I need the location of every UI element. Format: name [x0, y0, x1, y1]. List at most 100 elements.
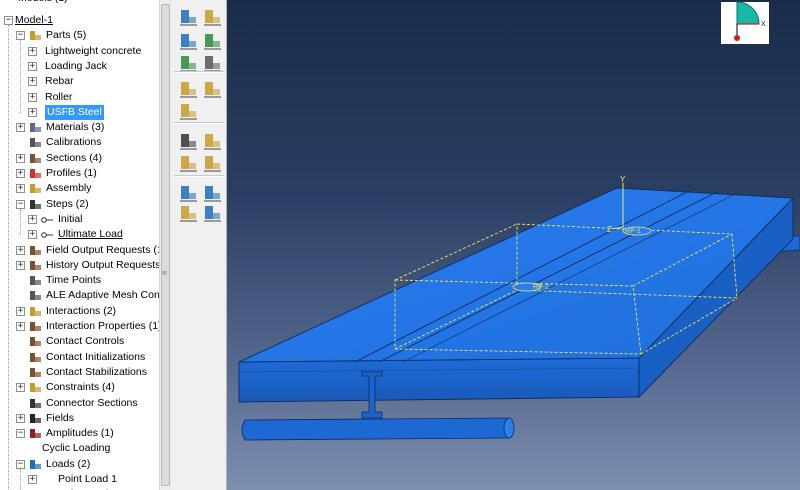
tree-item-label: Roller — [45, 91, 73, 103]
collapse-icon[interactable]: − — [16, 200, 25, 209]
tree-item-history-output-requests[interactable]: + History Output Requests (1 — [0, 258, 159, 273]
toolbox-separator — [174, 175, 224, 177]
tree-item-label: ALE Adaptive Mesh Constr — [46, 289, 159, 301]
merge-cut-icon[interactable] — [201, 130, 223, 152]
tree-scroll-thumb[interactable] — [161, 4, 170, 486]
tree-scrollbar[interactable]: ≡ — [159, 0, 171, 490]
lightweight-concrete-slab — [238, 187, 795, 419]
query-pick-icon[interactable] — [177, 130, 199, 152]
datum-geometry-icon[interactable] — [177, 202, 199, 224]
tree-item-field-output-requests[interactable]: + Field Output Requests (1) — [0, 243, 159, 258]
expand-icon[interactable]: + — [16, 383, 25, 392]
tree-item-label: Calibrations — [46, 136, 102, 148]
expand-icon[interactable]: + — [28, 62, 37, 71]
tree-item-label: Interaction Properties (1) — [46, 320, 159, 332]
tree-item-materials[interactable]: + Materials (3) — [0, 120, 159, 135]
tree-item-model-1[interactable]: − Model-1 — [0, 13, 159, 28]
tree-item-time-points[interactable]: Time Points — [0, 273, 159, 288]
tree-item-part-lightweight-concrete[interactable]: + Lightweight concrete — [0, 44, 159, 59]
tree-item-ale-adaptive-mesh[interactable]: ALE Adaptive Mesh Constr — [0, 288, 159, 303]
field-output-requests-icon — [29, 244, 42, 257]
tree-item-interactions[interactable]: + Interactions (2) — [0, 304, 159, 319]
expand-icon[interactable]: + — [16, 307, 25, 316]
tree-item-part-usfb-steel[interactable]: + USFB Steel — [0, 105, 159, 120]
edit-feature-icon[interactable] — [177, 100, 199, 122]
tree-item-contact-initializations[interactable]: Contact Initializations — [0, 350, 159, 365]
tree-item-steps[interactable]: − Steps (2) — [0, 197, 159, 212]
tree-item-interaction-properties[interactable]: + Interaction Properties (1) — [0, 319, 159, 334]
translate-instance-icon[interactable] — [201, 78, 223, 100]
expand-icon[interactable]: + — [28, 230, 37, 239]
collapse-icon[interactable]: − — [16, 429, 25, 438]
tree-item-part-rebar[interactable]: + Rebar — [0, 74, 159, 89]
tree-item-label: Interactions (2) — [46, 305, 117, 317]
create-datum-point-icon[interactable] — [177, 6, 199, 28]
contact-initializations-icon — [29, 351, 42, 364]
tree-item-loads[interactable]: − Loads (2) — [0, 457, 159, 472]
linear-pattern-icon[interactable] — [177, 152, 199, 174]
tree-item-part-roller[interactable]: + Roller — [0, 90, 159, 105]
axis-manager-icon[interactable] — [201, 202, 223, 224]
tree-item-profiles[interactable]: + Profiles (1) — [0, 166, 159, 181]
reference-point-rp2[interactable]: RP-1 — [622, 226, 652, 236]
expand-icon[interactable]: + — [28, 215, 37, 224]
collapse-icon[interactable]: − — [4, 16, 13, 25]
create-csys-icon[interactable] — [177, 182, 199, 204]
create-set-icon[interactable] — [201, 182, 223, 204]
tree-item-fields[interactable]: + Fields — [0, 411, 159, 426]
tree-item-amplitudes[interactable]: − Amplitudes (1) — [0, 426, 159, 441]
tree-item-contact-stabilizations[interactable]: Contact Stabilizations — [0, 365, 159, 380]
tree-item-connector-sections[interactable]: Connector Sections — [0, 396, 159, 411]
expand-icon[interactable]: + — [28, 77, 37, 86]
tree-item-sections[interactable]: + Sections (4) — [0, 151, 159, 166]
graphics-viewport[interactable]: RP-2 RP-1 Y Z X — [227, 0, 800, 490]
connector-sections-icon — [29, 397, 42, 410]
tree-item-calibrations[interactable]: Calibrations — [0, 135, 159, 150]
tree-item-label: Materials (3) — [46, 121, 105, 133]
tree-item-label: Sections (4) — [46, 152, 103, 164]
tree-item-parts[interactable]: − Parts (5) — [0, 28, 159, 43]
model-canvas[interactable]: RP-2 RP-1 Y Z X — [227, 0, 800, 490]
expand-icon[interactable]: + — [28, 93, 37, 102]
radial-pattern-icon[interactable] — [201, 152, 223, 174]
create-datum-plane-icon[interactable] — [177, 30, 199, 52]
model-tree[interactable]: Models (1) −Model-1−Parts (5)+Lightweight… — [0, 0, 159, 490]
tree-item-label: USFB Steel — [45, 105, 104, 120]
expand-icon[interactable]: + — [16, 246, 25, 255]
tree-item-load-point-1[interactable]: + Point Load 1 — [0, 472, 159, 487]
tree-guide-line — [20, 209, 21, 235]
toolbox-separator — [174, 122, 224, 124]
reference-point-rp1[interactable]: RP-2 — [512, 282, 549, 292]
expand-icon[interactable]: + — [16, 123, 25, 132]
tree-item-label: Initial — [58, 213, 83, 225]
expand-icon[interactable]: + — [16, 322, 25, 331]
tree-item-label: Contact Controls — [46, 335, 125, 347]
expand-icon[interactable]: + — [16, 184, 25, 193]
tree-item-step-initial[interactable]: + Initial — [0, 212, 159, 227]
loads-icon — [29, 458, 42, 471]
amplitudes-icon — [29, 427, 42, 440]
create-instance-icon[interactable] — [177, 78, 199, 100]
expand-icon[interactable]: + — [16, 154, 25, 163]
collapse-icon[interactable]: − — [16, 31, 25, 40]
create-datum-csys-icon[interactable] — [201, 30, 223, 52]
expand-icon[interactable]: + — [16, 414, 25, 423]
contact-stabilizations-icon — [29, 366, 42, 379]
expand-icon[interactable]: + — [16, 169, 25, 178]
tree-item-amplitude-cyclic-loading[interactable]: Cyclic Loading — [0, 441, 159, 456]
tree-item-part-loading-jack[interactable]: + Loading Jack — [0, 59, 159, 74]
tree-item-step-ultimate-load[interactable]: + Ultimate Load — [0, 227, 159, 242]
tree-item-contact-controls[interactable]: Contact Controls — [0, 334, 159, 349]
triad-x-label: X — [761, 21, 766, 28]
tree-item-label: Loads (2) — [46, 458, 91, 470]
interactions-icon — [29, 305, 42, 318]
expand-icon[interactable]: + — [28, 108, 37, 117]
expand-icon[interactable]: + — [28, 475, 37, 484]
tree-item-label: Models (1) — [18, 0, 68, 6]
expand-icon[interactable]: + — [16, 261, 25, 270]
tree-item-assembly[interactable]: + Assembly — [0, 181, 159, 196]
expand-icon[interactable]: + — [28, 47, 37, 56]
collapse-icon[interactable]: − — [16, 460, 25, 469]
tree-item-constraints[interactable]: + Constraints (4) — [0, 380, 159, 395]
create-datum-axis-icon[interactable] — [201, 6, 223, 28]
